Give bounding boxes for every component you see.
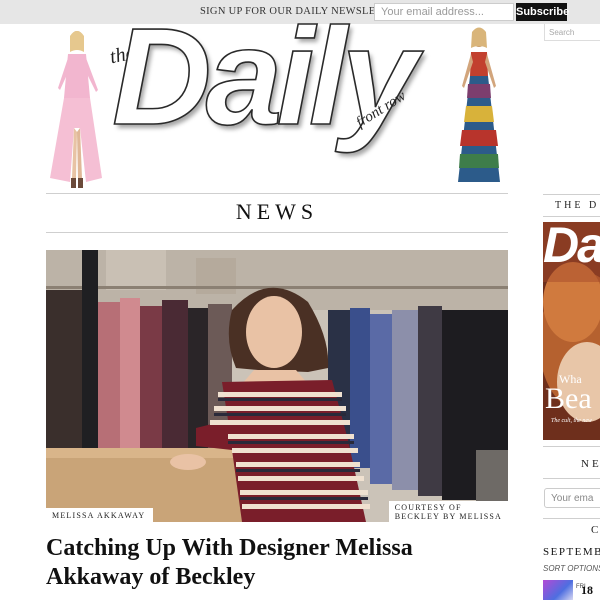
cover-tagline: The cult, the new [551, 418, 592, 424]
sidebar-title-rule [543, 216, 600, 217]
sidebar-mid-rule [543, 446, 600, 447]
sidebar-email-input[interactable] [544, 488, 600, 508]
section-title: NEWS [235, 199, 319, 224]
calendar-month: SEPTEMB [543, 546, 600, 558]
headline-line2: Akkaway of Beckley [46, 564, 256, 590]
subscribe-button[interactable]: Subscribe [516, 3, 569, 21]
cover-word-beauty: Bea [545, 382, 592, 415]
event-date: 18 [581, 583, 593, 597]
photo-caption-subject: MELISSA AKKAWAY [46, 508, 154, 522]
photo-credit-line2: BECKLEY BY MELISSA [394, 512, 502, 521]
magazine-cover-image[interactable]: Da Wha Bea The cult, the new [543, 222, 600, 440]
article-headline[interactable]: Catching Up With Designer Melissa Akkawa… [46, 534, 516, 592]
model-right-image [458, 27, 500, 182]
sidebar-newsletter-title: NE [581, 458, 600, 470]
site-header: the Daily front row [46, 7, 508, 194]
headline-line1: Catching Up With Designer Melissa [46, 535, 413, 561]
hero-photo [46, 250, 508, 522]
news-bottom-rule [46, 232, 508, 233]
model-left-image [50, 31, 102, 188]
news-top-rule [46, 193, 508, 194]
sidebar-daily-title: THE D [555, 200, 600, 211]
cover-word-daily: Da [543, 222, 600, 273]
sort-options-link[interactable]: SORT OPTIONS [543, 564, 600, 573]
sidebar-calendar-title: C [591, 524, 599, 536]
sidebar-newsletter-rule [543, 478, 600, 479]
photo-credit: COURTESY OF BECKLEY BY MELISSA [388, 501, 508, 522]
photo-credit-line1: COURTESY OF [394, 503, 462, 512]
sidebar-calendar-rule [543, 518, 600, 519]
search-input[interactable] [544, 24, 600, 41]
event-thumbnail[interactable] [543, 580, 573, 600]
sidebar-top-rule [543, 194, 600, 195]
hero-image[interactable]: MELISSA AKKAWAY COURTESY OF BECKLEY BY M… [46, 250, 508, 522]
